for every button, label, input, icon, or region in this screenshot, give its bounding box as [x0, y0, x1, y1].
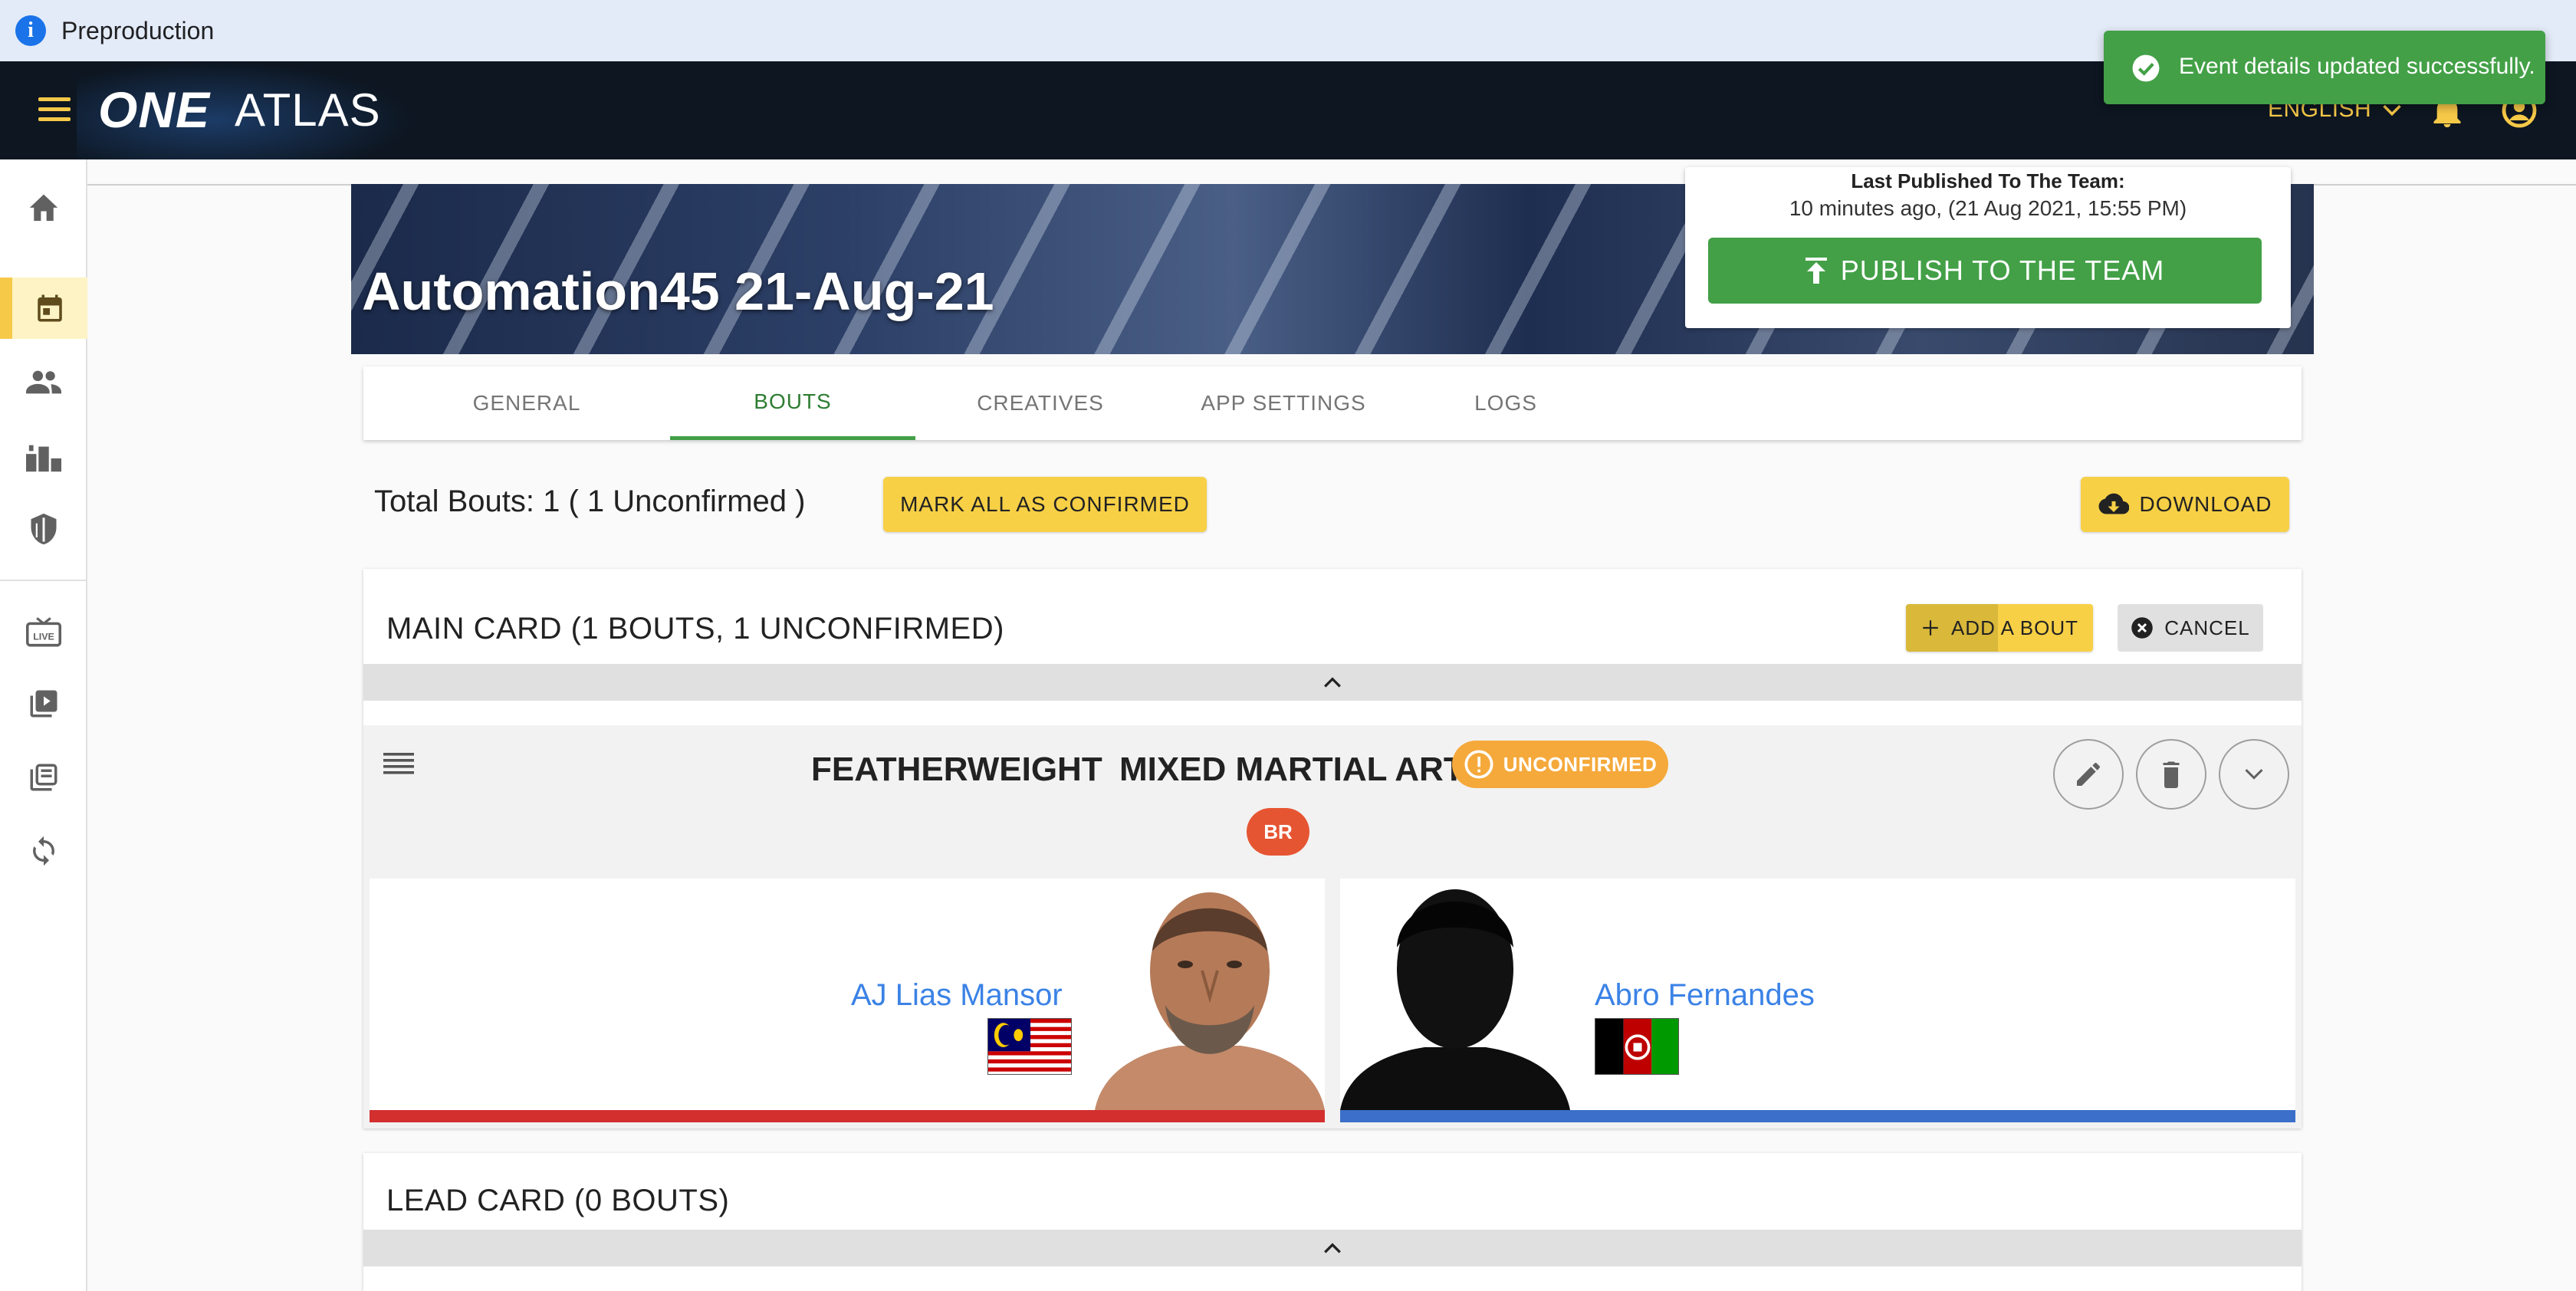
main-card-heading: MAIN CARD (1 BOUTS, 1 UNCONFIRMED): [386, 612, 1004, 646]
lead-card-collapse-bar[interactable]: [363, 1230, 2302, 1266]
last-published-time: 10 minutes ago, (21 Aug 2021, 15:55 PM): [1789, 196, 2187, 220]
edit-bout-button[interactable]: [2053, 739, 2124, 810]
video-library-icon: [30, 690, 58, 718]
last-published-label: Last Published To The Team:: [1851, 169, 2125, 192]
main-card-section: MAIN CARD (1 BOUTS, 1 UNCONFIRMED) ADD A…: [363, 569, 2302, 1128]
lead-card-heading: LEAD CARD (0 BOUTS): [386, 1184, 730, 1217]
logo-one: ONE: [98, 81, 211, 138]
rule-badge: BR: [1247, 808, 1309, 856]
download-label: DOWNLOAD: [2139, 492, 2272, 516]
red-corner-bar: [370, 1110, 1325, 1122]
status-label: UNCONFIRMED: [1503, 753, 1658, 776]
collections-icon: [30, 764, 58, 791]
publish-to-team-button[interactable]: PUBLISH TO THE TEAM: [1708, 238, 2262, 304]
tab-app-settings[interactable]: APP SETTINGS: [1176, 366, 1391, 440]
afghanistan-flag-icon: [1595, 1018, 1679, 1075]
red-corner-name[interactable]: AJ Lias Mansor: [851, 978, 1063, 1013]
chevron-down-icon: [2245, 769, 2263, 780]
total-bouts-text: Total Bouts: 1 ( 1 Unconfirmed ): [374, 485, 806, 518]
expand-bout-button[interactable]: [2219, 739, 2289, 810]
event-title: Automation45 21-Aug-21: [362, 261, 994, 321]
environment-label: Preproduction: [61, 17, 215, 44]
cancel-circle-icon: [2131, 617, 2153, 639]
mark-all-label: MARK ALL AS CONFIRMED: [900, 492, 1190, 516]
publish-icon: [1805, 258, 1827, 284]
main-card-collapse-bar[interactable]: [363, 664, 2302, 701]
pencil-icon: [2077, 763, 2100, 786]
download-button[interactable]: DOWNLOAD: [2081, 477, 2289, 532]
add-bout-button[interactable]: ADD A BOUT: [1906, 604, 2093, 652]
podium-icon: [26, 445, 61, 472]
people-icon: [26, 370, 61, 394]
tab-logs[interactable]: LOGS: [1444, 366, 1567, 440]
cloud-download-icon: [2098, 493, 2129, 514]
live-tv-icon: LIVE: [26, 617, 61, 647]
trash-icon: [2163, 761, 2180, 788]
shield-icon: [31, 513, 57, 545]
tab-creatives[interactable]: CREATIVES: [954, 366, 1127, 440]
publish-card: Last Published To The Team: 10 minutes a…: [1685, 167, 2291, 328]
chevron-up-icon: [1324, 677, 1341, 688]
home-icon: [29, 194, 58, 222]
sidebar-item-home[interactable]: [0, 176, 87, 238]
blue-corner-photo: [1340, 879, 1570, 1110]
calendar-icon: [38, 294, 62, 322]
discipline: MIXED MARTIAL ARTS: [1119, 751, 1487, 788]
cancel-button[interactable]: CANCEL: [2118, 604, 2263, 652]
sync-icon: [33, 836, 54, 866]
event-tabs: GENERAL BOUTS CREATIVES APP SETTINGS LOG…: [363, 366, 2302, 440]
sidebar-item-rankings[interactable]: [0, 426, 87, 488]
toast-message: Event details updated successfully.: [2179, 54, 2535, 79]
status-badge: UNCONFIRMED: [1452, 741, 1668, 788]
blue-corner-name[interactable]: Abro Fernandes: [1595, 978, 1815, 1013]
chevron-down-icon: [2383, 105, 2401, 117]
lead-card-section: LEAD CARD (0 BOUTS): [363, 1153, 2302, 1291]
success-toast: Event details updated successfully.: [2104, 31, 2545, 104]
blue-corner-fighter[interactable]: Abro Fernandes: [1340, 879, 2295, 1122]
malaysia-flag-icon: [987, 1018, 1072, 1075]
svg-text:LIVE: LIVE: [33, 632, 54, 642]
red-corner-fighter[interactable]: AJ Lias Mansor: [370, 879, 1325, 1122]
drag-handle-icon[interactable]: [383, 751, 414, 776]
sidebar-item-organizations[interactable]: [0, 498, 87, 560]
logo-atlas: ATLAS: [235, 84, 381, 136]
delete-bout-button[interactable]: [2136, 739, 2206, 810]
cancel-label: CANCEL: [2164, 616, 2250, 639]
weight-class: FEATHERWEIGHT: [811, 751, 1102, 788]
sidebar-item-videos[interactable]: [0, 673, 87, 734]
tab-bouts[interactable]: BOUTS: [670, 366, 915, 440]
sidebar-item-events[interactable]: [0, 278, 87, 339]
plus-icon: [1923, 620, 1938, 636]
tab-general[interactable]: GENERAL: [440, 366, 613, 440]
bout-title: FEATHERWEIGHT MIXED MARTIAL ARTS: [811, 750, 1487, 790]
sidebar-item-athletes[interactable]: [0, 351, 87, 412]
mark-all-confirmed-button[interactable]: MARK ALL AS CONFIRMED: [883, 477, 1207, 532]
check-circle-icon: [2132, 54, 2160, 82]
sidebar-item-collections[interactable]: [0, 747, 87, 808]
publish-button-label: PUBLISH TO THE TEAM: [1840, 255, 2165, 286]
red-corner-photo: [1095, 879, 1325, 1110]
chevron-up-icon: [1324, 1243, 1341, 1253]
add-bout-label: ADD A BOUT: [1950, 616, 2079, 639]
alert-circle-icon: [1464, 750, 1493, 779]
sidebar: LIVE: [0, 159, 87, 1291]
blue-corner-bar: [1340, 1110, 2295, 1122]
sidebar-item-sync[interactable]: [0, 820, 87, 882]
menu-icon[interactable]: [38, 97, 71, 123]
info-icon: i: [15, 15, 46, 46]
bout-row: FEATHERWEIGHT MIXED MARTIAL ARTS UNCONFI…: [363, 725, 2302, 1128]
sidebar-item-live[interactable]: LIVE: [0, 601, 87, 662]
